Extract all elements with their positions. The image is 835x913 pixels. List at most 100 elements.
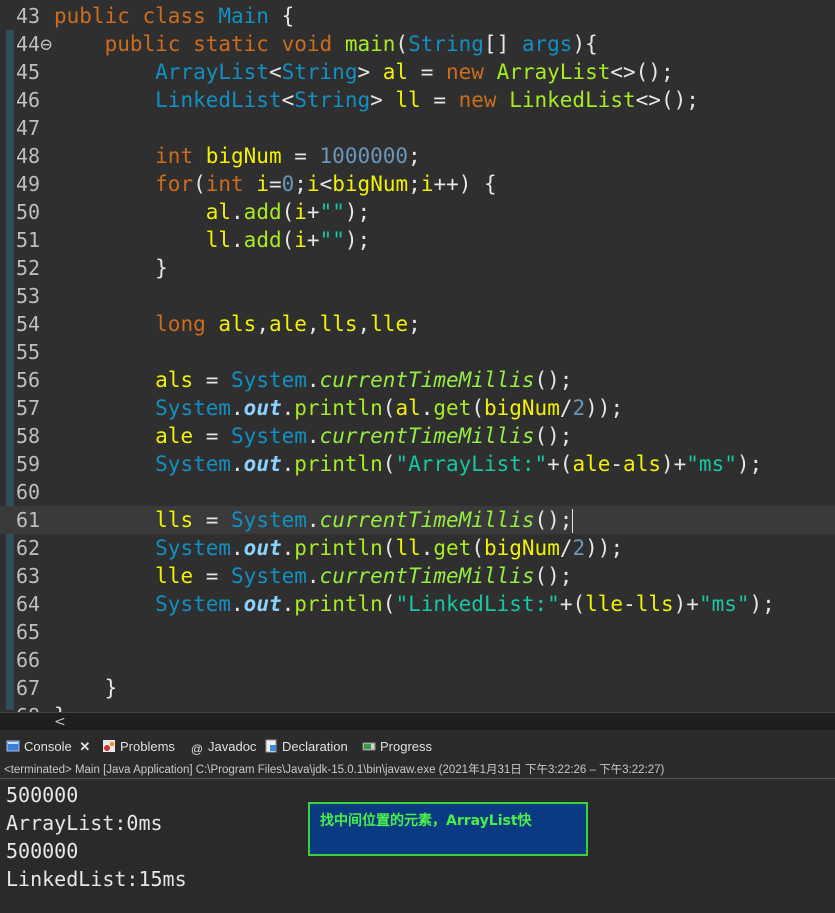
code-text: al.add(i+""); <box>54 198 370 226</box>
code-line[interactable]: 62 System.out.println(ll.get(bigNum/2)); <box>0 534 835 562</box>
code-token: get <box>433 396 472 420</box>
code-text: ll.add(i+""); <box>54 226 370 254</box>
code-token: ; <box>408 312 421 336</box>
code-token: . <box>231 536 244 560</box>
code-line[interactable]: 48 int bigNum = 1000000; <box>0 142 835 170</box>
code-token: currentTimeMillis <box>319 368 535 392</box>
tab-console[interactable]: Console ✕ <box>6 736 90 758</box>
code-text: } <box>54 702 67 712</box>
code-token: } <box>54 676 118 700</box>
code-token: )+ <box>673 592 699 616</box>
code-line[interactable]: 45 ArrayList<String> al = new ArrayList<… <box>0 58 835 86</box>
code-token: ); <box>749 592 775 616</box>
code-line[interactable]: 54 long als,ale,lls,lle; <box>0 310 835 338</box>
tab-declaration-label: Declaration <box>282 739 348 754</box>
line-number: 44⊖ <box>16 32 53 56</box>
code-token: currentTimeMillis <box>319 564 535 588</box>
line-number: 52 <box>16 256 41 280</box>
horizontal-scrollbar[interactable]: < <box>0 712 835 731</box>
code-line[interactable]: 47 <box>0 114 835 142</box>
code-line[interactable]: 53 <box>0 282 835 310</box>
code-line[interactable]: 58 ale = System.currentTimeMillis(); <box>0 422 835 450</box>
code-editor[interactable]: 43 public class Main {44⊖ public static v… <box>0 0 835 712</box>
code-token: 0 <box>281 172 295 196</box>
code-token: )+ <box>660 452 687 476</box>
code-line[interactable]: 65 <box>0 618 835 646</box>
code-token: - <box>623 592 636 616</box>
line-number: 50 <box>16 200 41 224</box>
code-token: Main <box>218 4 269 28</box>
code-line[interactable]: 51 ll.add(i+""); <box>0 226 835 254</box>
code-token: als <box>623 452 661 476</box>
tab-javadoc[interactable]: @ Javadoc <box>190 736 257 758</box>
code-token: ( <box>382 536 396 560</box>
console-line: 500000 <box>6 839 79 863</box>
code-token: . <box>420 536 434 560</box>
line-number: 54 <box>16 312 41 336</box>
code-text: } <box>54 254 168 282</box>
code-token: println <box>294 452 383 476</box>
code-token: main <box>344 32 396 56</box>
code-token: ( <box>471 396 484 420</box>
code-token: al <box>395 396 421 420</box>
code-token: +( <box>547 452 573 476</box>
code-token: bigNum <box>483 396 560 420</box>
code-line[interactable]: 44⊖ public static void main(String[] arg… <box>0 30 835 58</box>
code-line[interactable]: 66 <box>0 646 835 674</box>
code-token: ++) { <box>433 172 497 196</box>
code-line[interactable]: 52 } <box>0 254 835 282</box>
code-text: lls = System.currentTimeMillis(); <box>54 506 574 534</box>
code-line[interactable]: 57 System.out.println(al.get(bigNum/2)); <box>0 394 835 422</box>
scroll-left-icon[interactable]: < <box>54 713 66 731</box>
code-token: ( <box>382 592 396 616</box>
tab-progress-label: Progress <box>380 739 433 754</box>
code-token: System <box>155 592 232 616</box>
code-text: LinkedList<String> ll = new LinkedList<>… <box>54 86 699 114</box>
code-line[interactable]: 63 lle = System.currentTimeMillis(); <box>0 562 835 590</box>
code-token: ll <box>395 536 421 560</box>
code-text: public static void main(String[] args){ <box>54 30 598 58</box>
code-text: System.out.println("ArrayList:"+(ale-als… <box>54 450 762 478</box>
code-line[interactable]: 61 lls = System.currentTimeMillis(); <box>0 506 835 534</box>
code-token: 1000000 <box>319 144 409 168</box>
code-token: 2 <box>572 396 586 420</box>
code-token: "LinkedList:" <box>395 592 560 616</box>
code-token: = <box>281 144 320 168</box>
code-token: i <box>256 172 269 196</box>
code-token: "ms" <box>698 592 750 616</box>
code-line[interactable]: 46 LinkedList<String> ll = new LinkedLis… <box>0 86 835 114</box>
code-token: "" <box>319 228 345 252</box>
code-line[interactable]: 64 System.out.println("LinkedList:"+(lle… <box>0 590 835 618</box>
code-token: ArrayList <box>496 60 611 84</box>
line-number: 64 <box>16 592 41 616</box>
line-number: 53 <box>16 284 41 308</box>
close-icon[interactable]: ✕ <box>79 739 90 754</box>
code-line[interactable]: 60 <box>0 478 835 506</box>
code-text: for(int i=0;i<bigNum;i++) { <box>54 170 497 198</box>
code-line[interactable]: 43 public class Main { <box>0 2 835 30</box>
code-line[interactable]: 50 al.add(i+""); <box>0 198 835 226</box>
code-line[interactable]: 68} <box>0 702 835 712</box>
line-number: 59 <box>16 452 41 476</box>
tab-declaration[interactable]: Declaration <box>264 736 348 758</box>
tab-problems[interactable]: Problems <box>102 736 175 758</box>
code-token: lle <box>585 592 624 616</box>
tab-progress[interactable]: Progress <box>362 736 432 758</box>
code-line[interactable]: 67 } <box>0 674 835 702</box>
code-line[interactable]: 56 als = System.currentTimeMillis(); <box>0 366 835 394</box>
code-line[interactable]: 55 <box>0 338 835 366</box>
code-token: System <box>155 452 232 476</box>
code-line[interactable]: 49 for(int i=0;i<bigNum;i++) { <box>0 170 835 198</box>
code-token: lls <box>155 508 194 532</box>
code-text: } <box>54 674 118 702</box>
javadoc-icon: @ <box>190 742 204 756</box>
code-line[interactable]: 59 System.out.println("ArrayList:"+(ale-… <box>0 450 835 478</box>
